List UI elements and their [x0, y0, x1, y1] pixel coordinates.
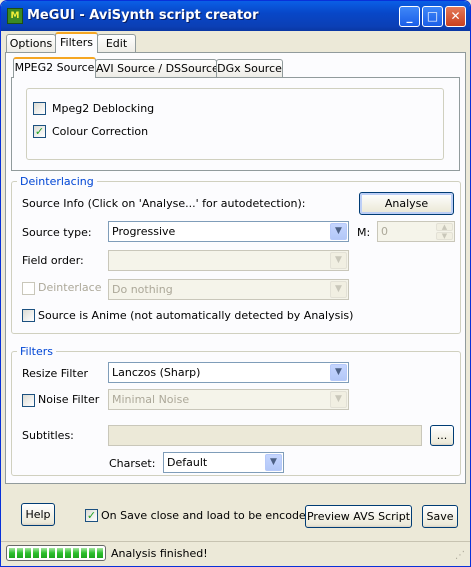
- on-save-close-checkbox[interactable]: ✓: [85, 509, 98, 522]
- mpeg2-options-group: [26, 88, 444, 160]
- noise-filter-checkbox[interactable]: [22, 394, 35, 407]
- colour-correction-label: Colour Correction: [52, 125, 149, 138]
- progress-segment: [41, 548, 47, 558]
- m-label: M:: [357, 226, 371, 239]
- source-is-anime-label: Source is Anime (not automatically detec…: [38, 309, 354, 322]
- filters-panel: MPEG2 Source AVI Source / DSSource DGx S…: [5, 52, 466, 484]
- window-title: MeGUI - AviSynth script creator: [27, 8, 259, 23]
- browse-subtitles-button[interactable]: ...: [430, 425, 454, 446]
- spin-down-icon[interactable]: ▼: [436, 232, 453, 240]
- tab-mpeg2-source[interactable]: MPEG2 Source: [13, 57, 96, 78]
- save-button[interactable]: Save: [422, 505, 458, 528]
- tab-dgx-source[interactable]: DGx Source: [216, 59, 283, 78]
- mpeg2-source-panel: Mpeg2 Deblocking ✓ Colour Correction: [11, 77, 460, 171]
- mpeg2-deblocking-checkbox[interactable]: [33, 102, 46, 115]
- source-type-value: Progressive: [112, 225, 176, 238]
- source-info-label: Source Info (Click on 'Analyse...' for a…: [22, 197, 306, 210]
- status-text: Analysis finished!: [111, 547, 208, 560]
- app-window: M MeGUI - AviSynth script creator _ □ ✕ …: [0, 0, 471, 567]
- field-order-label: Field order:: [22, 254, 84, 267]
- tab-options[interactable]: Options: [6, 34, 56, 53]
- progress-segment: [9, 548, 15, 558]
- progress-segment: [17, 548, 23, 558]
- resize-grip-icon[interactable]: ⋰: [455, 551, 467, 563]
- noise-filter-select[interactable]: Minimal Noise ▼: [108, 389, 349, 410]
- progress-segment: [57, 548, 63, 558]
- progress-segment: [97, 548, 103, 558]
- tab-avi-source[interactable]: AVI Source / DSSource: [95, 59, 219, 78]
- m-spinner[interactable]: 0 ▲ ▼: [377, 221, 455, 242]
- mpeg2-deblocking-label: Mpeg2 Deblocking: [52, 102, 155, 115]
- m-value: 0: [381, 225, 388, 238]
- deinterlace-checkbox[interactable]: [22, 282, 35, 295]
- progress-segment: [65, 548, 71, 558]
- source-type-label: Source type:: [22, 226, 92, 239]
- chevron-down-icon[interactable]: ▼: [330, 391, 347, 408]
- charset-label: Charset:: [109, 457, 156, 470]
- on-save-close-label: On Save close and load to be encoded: [101, 509, 313, 522]
- tab-filters[interactable]: Filters: [55, 32, 98, 53]
- noise-filter-label: Noise Filter: [38, 393, 100, 406]
- progress-segment: [25, 548, 31, 558]
- resize-filter-select[interactable]: Lanczos (Sharp) ▼: [108, 362, 349, 383]
- app-icon: M: [7, 8, 23, 24]
- deinterlace-label: Deinterlace: [38, 281, 102, 294]
- chevron-down-icon[interactable]: ▼: [330, 223, 347, 240]
- analyse-button[interactable]: Analyse: [359, 192, 454, 215]
- progress-segment: [81, 548, 87, 558]
- deinterlace-method-select[interactable]: Do nothing ▼: [108, 279, 349, 300]
- colour-correction-checkbox[interactable]: ✓: [33, 125, 46, 138]
- deinterlacing-group-title: Deinterlacing: [17, 175, 97, 188]
- noise-filter-value: Minimal Noise: [112, 393, 190, 406]
- help-button[interactable]: Help: [21, 503, 55, 526]
- spin-up-icon[interactable]: ▲: [436, 223, 453, 231]
- resize-filter-label: Resize Filter: [22, 367, 88, 380]
- source-is-anime-checkbox[interactable]: [22, 309, 35, 322]
- analysis-progress-bar: [6, 545, 106, 561]
- field-order-select[interactable]: ▼: [108, 250, 349, 271]
- status-bar-divider: [1, 541, 470, 542]
- title-bar[interactable]: M MeGUI - AviSynth script creator _ □ ✕: [1, 1, 470, 31]
- maximize-button[interactable]: □: [422, 6, 443, 27]
- resize-filter-value: Lanczos (Sharp): [112, 366, 201, 379]
- minimize-button[interactable]: _: [399, 6, 420, 27]
- tab-edit[interactable]: Edit: [97, 34, 136, 53]
- progress-segment: [33, 548, 39, 558]
- close-button[interactable]: ✕: [445, 6, 466, 27]
- chevron-down-icon[interactable]: ▼: [265, 454, 282, 471]
- filters-group-title: Filters: [17, 345, 56, 358]
- progress-segment: [73, 548, 79, 558]
- subtitles-path-field[interactable]: [108, 425, 422, 446]
- chevron-down-icon[interactable]: ▼: [330, 281, 347, 298]
- preview-avs-script-button[interactable]: Preview AVS Script: [305, 505, 412, 528]
- chevron-down-icon[interactable]: ▼: [330, 364, 347, 381]
- chevron-down-icon[interactable]: ▼: [330, 252, 347, 269]
- source-type-select[interactable]: Progressive ▼: [108, 221, 349, 242]
- deinterlace-method-value: Do nothing: [112, 283, 173, 296]
- progress-segment: [49, 548, 55, 558]
- charset-select[interactable]: Default ▼: [163, 452, 284, 473]
- charset-value: Default: [167, 456, 208, 469]
- subtitles-label: Subtitles:: [22, 429, 74, 442]
- progress-segment: [89, 548, 95, 558]
